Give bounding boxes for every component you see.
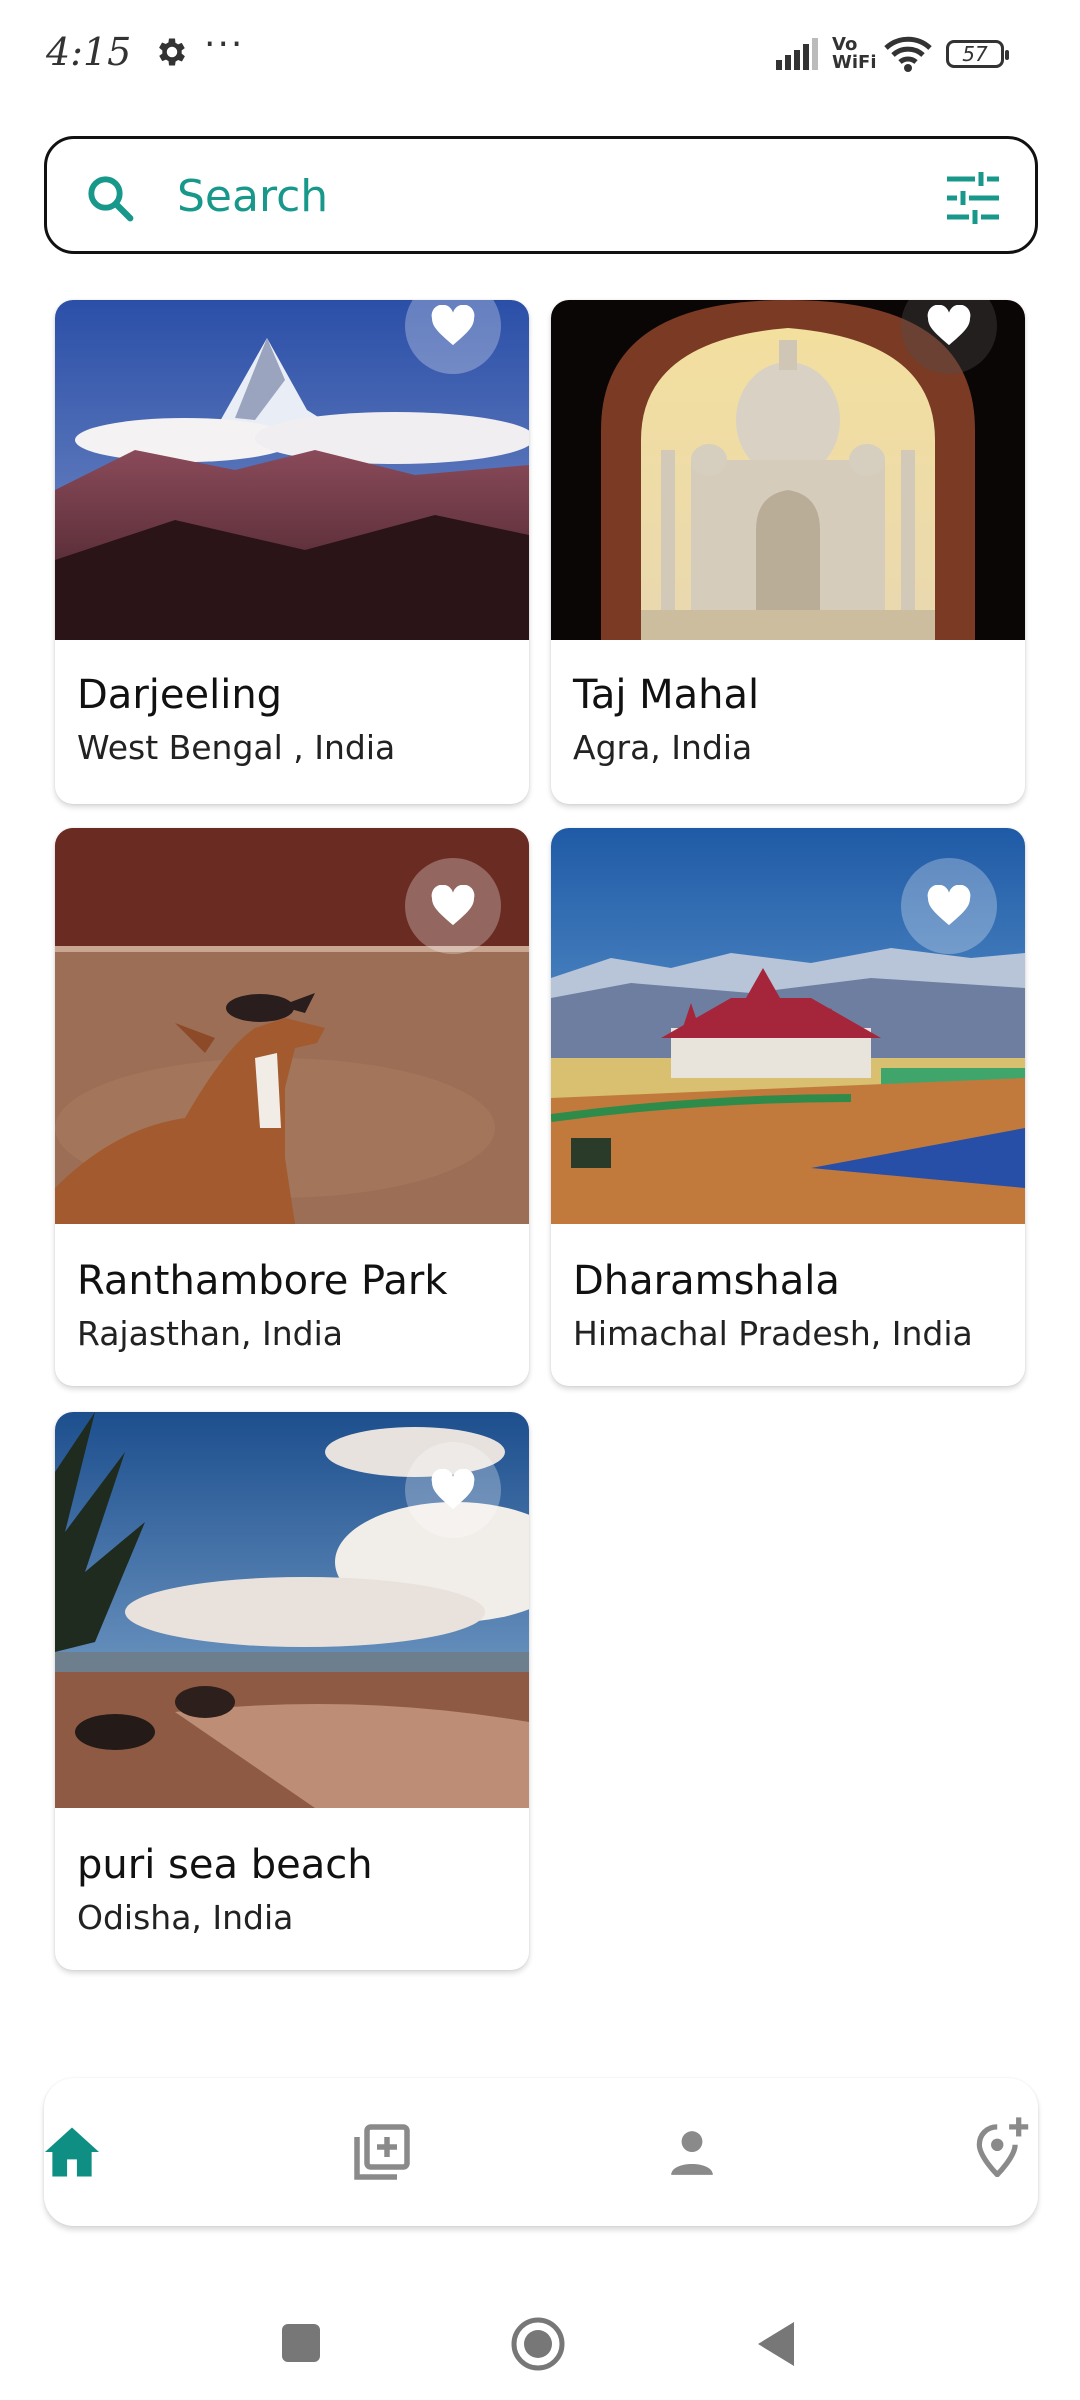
place-location: West Bengal , India <box>77 728 396 767</box>
search-input[interactable] <box>175 167 879 225</box>
bottom-nav <box>44 2078 1038 2226</box>
nav-profile[interactable] <box>656 2118 728 2190</box>
place-card[interactable]: Taj Mahal Agra, India <box>551 300 1025 804</box>
home-button[interactable] <box>510 2316 566 2376</box>
place-card[interactable]: puri sea beach Odisha, India <box>55 1412 529 1970</box>
place-location: Rajasthan, India <box>77 1314 343 1353</box>
place-location: Odisha, India <box>77 1898 294 1937</box>
add-collection-icon <box>352 2122 412 2186</box>
place-card[interactable]: Ranthambore Park Rajasthan, India <box>55 828 529 1386</box>
status-bar: 4:15 ··· Vo WiFi 57 <box>0 0 1080 110</box>
person-icon <box>667 2127 717 2181</box>
place-location: Himachal Pradesh, India <box>573 1314 973 1353</box>
more-notifications-icon: ··· <box>204 24 245 65</box>
home-icon <box>42 2125 102 2183</box>
battery-indicator: 57 <box>946 40 1009 68</box>
settings-gear-icon <box>154 34 190 74</box>
wifi-icon <box>884 36 932 76</box>
place-name: puri sea beach <box>77 1842 373 1888</box>
place-location: Agra, India <box>573 728 753 767</box>
search-bar[interactable] <box>44 136 1038 254</box>
recents-button[interactable] <box>282 2324 320 2366</box>
nav-add-collection[interactable] <box>346 2118 418 2190</box>
nav-home[interactable] <box>36 2118 108 2190</box>
place-name: Ranthambore Park <box>77 1258 448 1304</box>
favorite-button[interactable] <box>405 858 501 954</box>
place-name: Darjeeling <box>77 672 283 718</box>
filter-icon[interactable] <box>945 171 1001 229</box>
favorite-button[interactable] <box>405 1442 501 1538</box>
vowifi-indicator: Vo WiFi <box>832 36 877 72</box>
place-name: Taj Mahal <box>573 672 760 718</box>
nav-add-location[interactable] <box>966 2112 1038 2184</box>
vowifi-bottom: WiFi <box>832 52 877 73</box>
place-name: Dharamshala <box>573 1258 840 1304</box>
back-button[interactable] <box>756 2320 796 2372</box>
place-card[interactable]: Darjeeling West Bengal , India <box>55 300 529 804</box>
add-location-icon <box>971 2115 1033 2181</box>
place-card[interactable]: Dharamshala Himachal Pradesh, India <box>551 828 1025 1386</box>
search-icon[interactable] <box>83 171 137 229</box>
favorite-button[interactable] <box>901 858 997 954</box>
status-time: 4:15 <box>46 30 132 74</box>
signal-icon <box>776 38 824 74</box>
system-nav-bar <box>0 2300 1080 2400</box>
